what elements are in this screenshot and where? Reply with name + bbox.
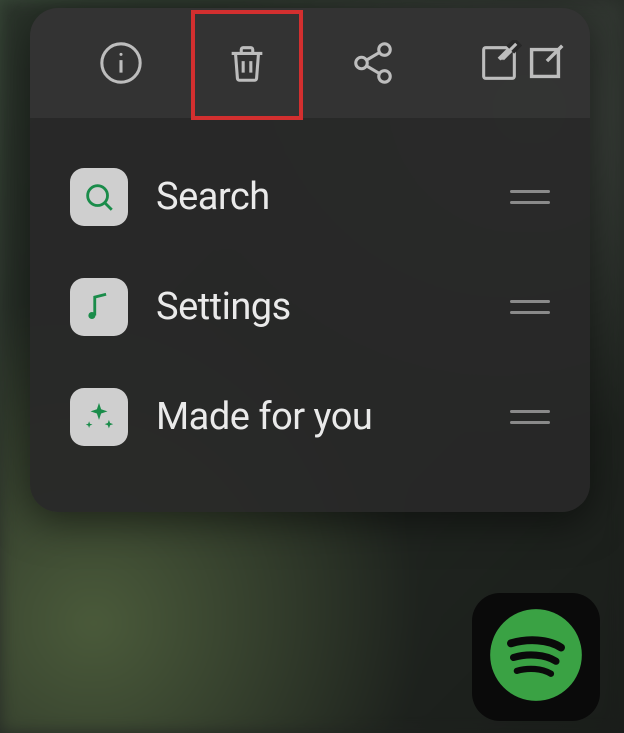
spotify-icon [486, 605, 586, 709]
info-button[interactable] [90, 34, 152, 96]
shortcut-label: Made for you [156, 395, 482, 439]
action-toolbar [30, 8, 590, 118]
sparkle-icon [70, 388, 128, 446]
search-icon [70, 168, 128, 226]
spotify-app-icon[interactable] [472, 593, 600, 721]
trash-icon [224, 40, 270, 90]
edit-icon [476, 40, 522, 90]
shortcut-item-settings[interactable]: Settings [58, 252, 562, 362]
edit-button[interactable] [468, 34, 530, 96]
shortcut-item-made-for-you[interactable]: Made for you [58, 362, 562, 472]
share-button[interactable] [342, 34, 404, 96]
context-menu-panel: Search Settings Made for you [30, 8, 590, 512]
share-icon [350, 40, 396, 90]
delete-button[interactable] [216, 34, 278, 96]
shortcut-label: Search [156, 175, 482, 219]
info-icon [98, 40, 144, 90]
drag-handle-icon[interactable] [510, 187, 550, 207]
shortcut-item-search[interactable]: Search [58, 142, 562, 252]
drag-handle-icon[interactable] [510, 297, 550, 317]
drag-handle-icon[interactable] [510, 407, 550, 427]
music-note-icon [70, 278, 128, 336]
shortcut-list: Search Settings Made for you [30, 118, 590, 512]
shortcut-label: Settings [156, 285, 482, 329]
